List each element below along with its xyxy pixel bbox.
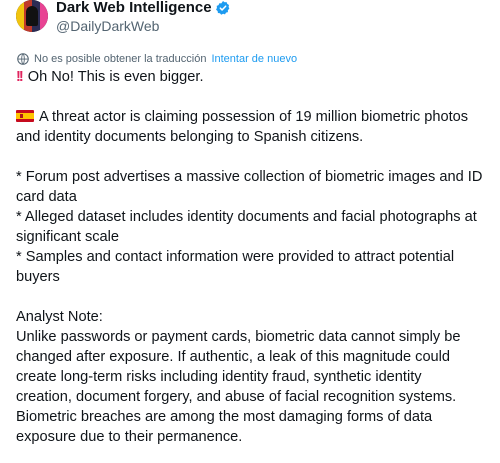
analyst-note-line-4: creation, document forgery, and abuse of…	[16, 389, 457, 405]
verified-badge-icon	[215, 1, 229, 15]
analyst-note-title: Analyst Note:	[16, 309, 103, 325]
author-handle[interactable]: @DailyDarkWeb	[56, 17, 231, 35]
display-name[interactable]: Dark Web Intelligence	[56, 0, 212, 17]
spain-flag-icon	[16, 110, 34, 122]
tweet-header: Dark Web Intelligence @DailyDarkWeb	[16, 0, 231, 40]
translation-notice: No es posible obtener la traducción Inte…	[16, 51, 297, 67]
translate-globe-icon	[17, 53, 29, 65]
avatar[interactable]	[16, 0, 48, 32]
intro-line-2: and identity documents belonging to Span…	[16, 129, 364, 145]
tweet-body: !! Oh No! This is even bigger. A threat a…	[16, 67, 490, 447]
bullet-2-line-2: significant scale	[16, 229, 120, 245]
retry-translation-link[interactable]: Intentar de nuevo	[211, 53, 297, 65]
headline-line: !! Oh No! This is even bigger.	[16, 67, 490, 87]
analyst-note-line-6: exposure due to their permanence.	[16, 429, 243, 445]
bullet-1-line-1: * Forum post advertises a massive collec…	[16, 169, 483, 185]
analyst-note-line-3: create long-term risks including identit…	[16, 369, 422, 385]
intro-line-1: A threat actor is claiming possession of…	[16, 107, 490, 127]
display-name-row: Dark Web Intelligence	[56, 0, 231, 17]
analyst-note-line-5: Biometric breaches are among the most da…	[16, 409, 433, 425]
author-names: Dark Web Intelligence @DailyDarkWeb	[56, 0, 231, 35]
bullet-3-line-2: buyers	[16, 269, 60, 285]
analyst-note-line-2: changed after exposure. If authentic, a …	[16, 349, 451, 365]
bullet-2-line-1: * Alleged dataset includes identity docu…	[16, 209, 477, 225]
analyst-note-line-1: Unlike passwords or payment cards, biome…	[16, 329, 461, 345]
headline-text: Oh No! This is even bigger.	[27, 69, 204, 85]
tweet-card: Dark Web Intelligence @DailyDarkWeb No e…	[0, 0, 500, 463]
intro-text-1: A threat actor is claiming possession of…	[39, 109, 469, 125]
bullet-1-line-2: card data	[16, 189, 77, 205]
bullet-3-line-1: * Samples and contact information were p…	[16, 249, 455, 265]
double-exclamation-icon: !!	[16, 69, 24, 85]
translation-error-text: No es posible obtener la traducción	[34, 53, 207, 65]
